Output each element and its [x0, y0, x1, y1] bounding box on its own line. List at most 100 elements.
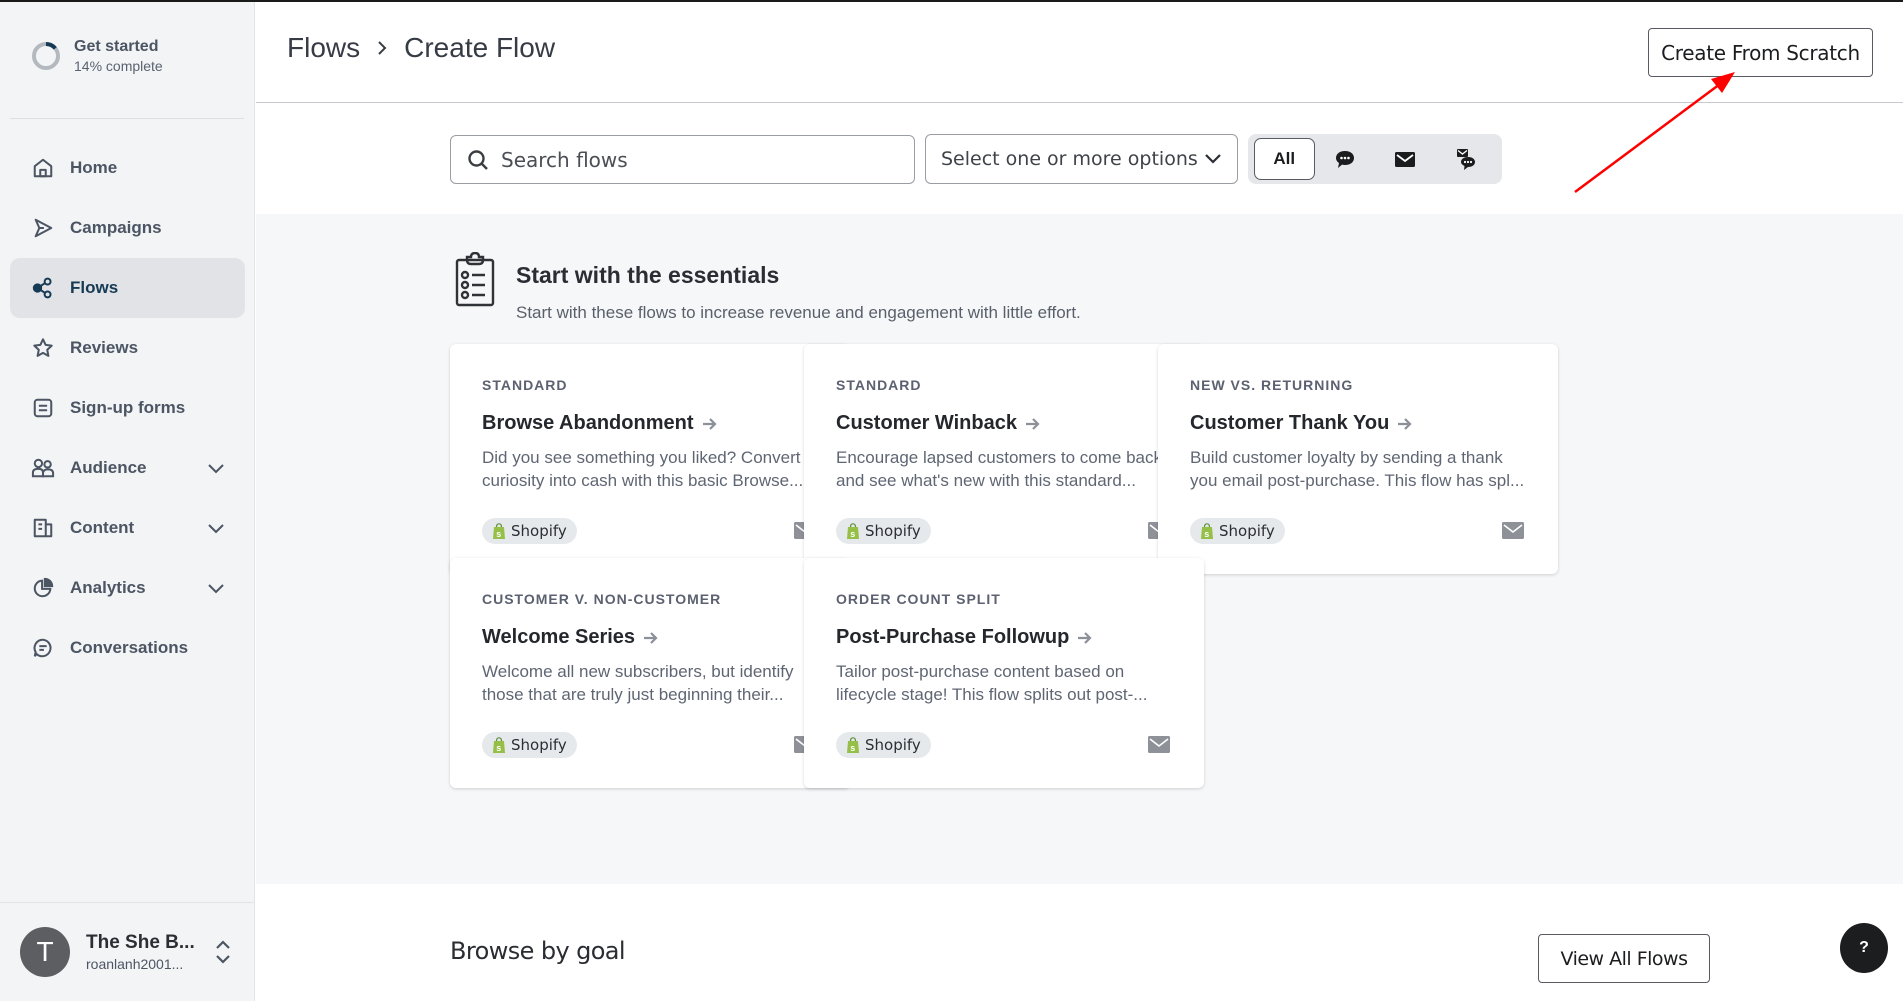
svg-text:s: s: [1204, 529, 1209, 539]
get-started-title: Get started: [74, 38, 159, 55]
chevron-down-icon[interactable]: [205, 457, 227, 479]
breadcrumb: Flows Create Flow: [287, 32, 555, 64]
get-started-progress-label: 14% complete: [74, 58, 163, 74]
channel-sms-button[interactable]: [1315, 138, 1375, 180]
chevron-right-icon: [378, 41, 387, 55]
sms-icon: [1335, 151, 1354, 168]
breadcrumb-flows[interactable]: Flows: [287, 32, 360, 64]
avatar: T: [20, 927, 70, 977]
arrow-right-icon: [1398, 417, 1412, 430]
email-sms-icon: [1456, 149, 1475, 170]
shopify-icon: s: [493, 522, 505, 539]
flow-card-title: Welcome Series: [482, 626, 659, 649]
content-icon: [30, 515, 56, 541]
chevron-down-icon[interactable]: [205, 577, 227, 599]
integration-badge-label: Shopify: [865, 736, 921, 754]
sidebar-item-label: Home: [70, 158, 118, 177]
people-icon: [30, 455, 56, 481]
channel-email-button[interactable]: [1375, 138, 1435, 180]
sidebar-nav: Home Campaigns Flows Reviews Sign-up for…: [10, 138, 245, 678]
flow-card-title: Customer Thank You: [1190, 412, 1413, 435]
channel-all-button[interactable]: All: [1254, 138, 1315, 180]
category-select[interactable]: Select one or more options: [925, 134, 1238, 184]
search-field[interactable]: [450, 135, 915, 184]
email-icon: [1395, 152, 1416, 167]
arrow-right-icon: [1025, 417, 1040, 430]
shopify-icon: s: [847, 522, 859, 539]
integration-badge-label: Shopify: [865, 522, 921, 540]
sidebar-divider: [10, 118, 244, 119]
sidebar-item-label: Sign-up forms: [70, 398, 186, 417]
flow-card-description: Encourage lapsed customers to come back …: [836, 448, 1163, 490]
channel-email-sms-button[interactable]: [1436, 138, 1496, 180]
view-all-flows-button[interactable]: View All Flows: [1538, 934, 1710, 983]
flow-card-customer-winback[interactable]: STANDARD Customer Winback Encourage laps…: [804, 344, 1204, 574]
page-header: Flows Create Flow Create From Scratch: [256, 2, 1903, 103]
flow-card-name: Customer Winback: [836, 412, 1017, 434]
flow-card-title: Customer Winback: [836, 412, 1041, 435]
shopify-icon: s: [1201, 522, 1213, 539]
flow-card-name: Post-Purchase Followup: [836, 626, 1070, 648]
clipboard-checklist-icon: [455, 252, 495, 307]
flow-card-name: Customer Thank You: [1190, 412, 1390, 434]
send-icon: [30, 215, 56, 241]
sidebar-item-conversations[interactable]: Conversations: [10, 618, 245, 678]
sidebar-item-label: Reviews: [70, 338, 139, 357]
chevron-down-icon: [1205, 154, 1221, 164]
sidebar-item-label: Analytics: [70, 578, 146, 597]
essentials-header: Start with the essentials Start with the…: [454, 252, 1081, 323]
select-placeholder: Select one or more options: [941, 148, 1198, 170]
arrow-right-icon: [702, 417, 717, 430]
channel-filter: All: [1248, 134, 1502, 184]
flow-card-tag: ORDER COUNT SPLIT: [836, 591, 1001, 607]
flow-card-name: Browse Abandonment: [482, 412, 694, 434]
flow-card-description: Did you see something you liked? Convert…: [482, 448, 804, 490]
breadcrumb-current: Create Flow: [404, 32, 556, 63]
sidebar-item-flows[interactable]: Flows: [10, 258, 245, 318]
flow-card-customer-thank-you[interactable]: NEW VS. RETURNING Customer Thank You Bui…: [1158, 344, 1558, 574]
star-icon: [30, 335, 56, 361]
flow-card-title: Browse Abandonment: [482, 412, 718, 435]
sidebar-item-signup-forms[interactable]: Sign-up forms: [10, 378, 245, 438]
arrow-right-icon: [1078, 631, 1092, 644]
flow-card-welcome-series[interactable]: CUSTOMER V. NON-CUSTOMER Welcome Series …: [450, 558, 850, 788]
flow-card-post-purchase-followup[interactable]: ORDER COUNT SPLIT Post-Purchase Followup…: [804, 558, 1204, 788]
flow-card-tag: NEW VS. RETURNING: [1190, 377, 1354, 393]
integration-badge-label: Shopify: [511, 522, 567, 540]
account-name: The She B...: [86, 932, 195, 953]
svg-text:s: s: [850, 743, 855, 753]
help-button[interactable]: ?: [1840, 923, 1888, 973]
flow-card-description: Build customer loyalty by sending a than…: [1190, 448, 1525, 490]
chevron-down-icon[interactable]: [205, 517, 227, 539]
search-input[interactable]: [501, 147, 901, 172]
chat-icon: [30, 635, 56, 661]
sidebar-item-audience[interactable]: Audience: [10, 438, 245, 498]
filter-bar: Select one or more options All: [256, 103, 1903, 214]
sidebar-item-campaigns[interactable]: Campaigns: [10, 198, 245, 258]
account-switcher[interactable]: T The She B... roanlanh2001...: [20, 927, 233, 977]
search-icon: [468, 149, 488, 170]
arrow-right-icon: [644, 631, 658, 644]
sidebar-item-content[interactable]: Content: [10, 498, 245, 558]
flow-card-browse-abandonment[interactable]: STANDARD Browse Abandonment Did you see …: [450, 344, 850, 574]
sidebar-item-label: Campaigns: [70, 218, 162, 237]
create-from-scratch-button[interactable]: Create From Scratch: [1648, 28, 1873, 77]
sidebar-item-reviews[interactable]: Reviews: [10, 318, 245, 378]
browse-by-goal-title: Browse by goal: [450, 937, 626, 965]
sidebar: Get started 14% complete Home Campaigns …: [0, 2, 255, 1001]
progress-ring-icon: [32, 42, 60, 70]
get-started-progress[interactable]: Get started 14% complete: [30, 38, 163, 74]
sidebar-item-label: Content: [70, 518, 135, 537]
shopify-icon: s: [847, 736, 859, 753]
integration-badge-label: Shopify: [1219, 522, 1275, 540]
flow-card-tag: CUSTOMER V. NON-CUSTOMER: [482, 591, 722, 607]
shopify-icon: s: [493, 736, 505, 753]
flow-card-title: Post-Purchase Followup: [836, 626, 1093, 649]
sidebar-item-home[interactable]: Home: [10, 138, 245, 198]
flow-card-description: Tailor post-purchase content based on li…: [836, 662, 1148, 704]
integration-badge: s Shopify: [482, 518, 577, 544]
essentials-subtitle: Start with these flows to increase reven…: [516, 303, 1081, 322]
chevron-up-down-icon: [216, 940, 230, 964]
sidebar-item-analytics[interactable]: Analytics: [10, 558, 245, 618]
sidebar-item-label: Flows: [70, 278, 119, 297]
